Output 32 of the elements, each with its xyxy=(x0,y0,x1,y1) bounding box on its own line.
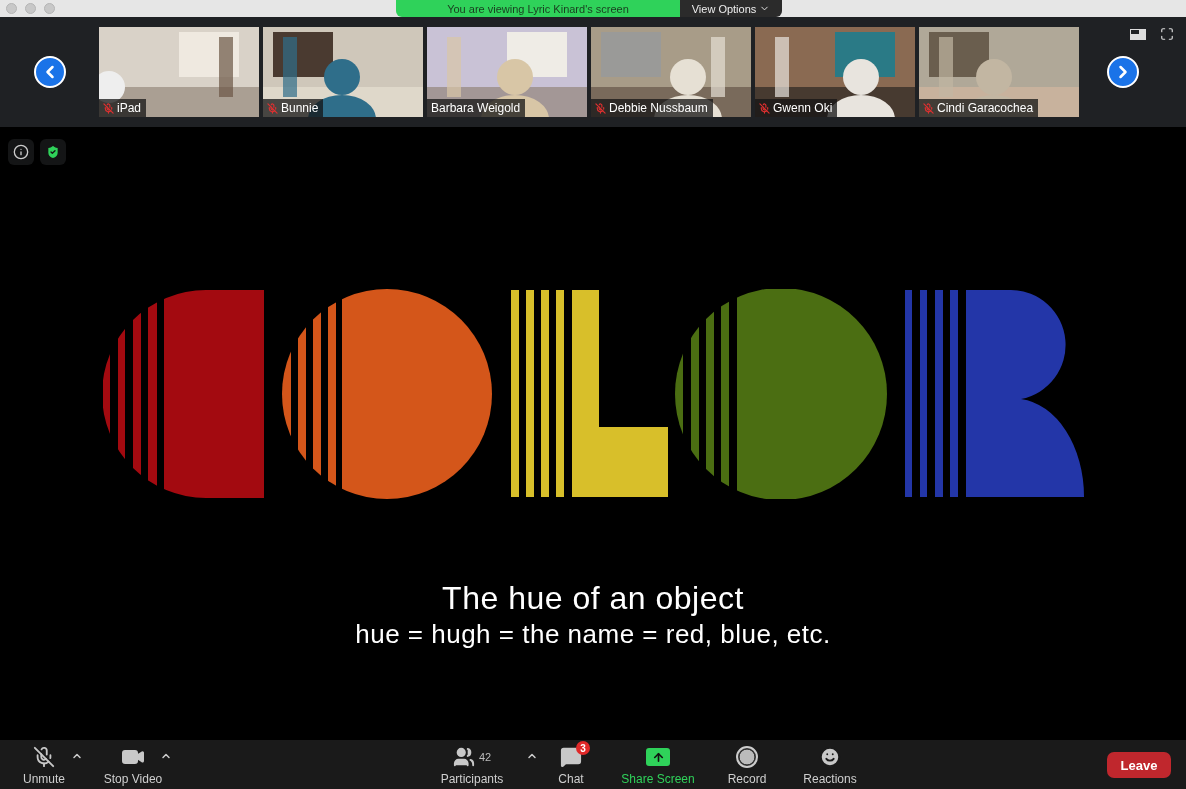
leave-button[interactable]: Leave xyxy=(1107,752,1171,778)
chat-bubble-icon xyxy=(560,746,582,768)
slide-text: hue = hugh = the name = red, blue, etc. xyxy=(355,618,831,651)
participant-name-label: iPad xyxy=(99,99,147,117)
fullscreen-icon[interactable] xyxy=(1160,27,1174,41)
info-icon xyxy=(13,144,29,160)
unread-badge: 3 xyxy=(576,741,590,755)
viewing-banner: You are viewing Lyric Kinard's screen xyxy=(396,0,680,17)
video-button[interactable]: Stop Video xyxy=(93,745,173,786)
arrow-up-icon xyxy=(651,750,665,764)
reactions-button[interactable]: Reactions xyxy=(790,745,870,786)
info-button[interactable] xyxy=(8,139,34,165)
mic-button[interactable]: Unmute xyxy=(4,745,84,786)
participant-name-label: Barbara Weigold xyxy=(427,99,526,117)
participant-name-label: Gwenn Oki xyxy=(755,99,838,117)
smiley-icon xyxy=(819,746,841,768)
record-icon xyxy=(736,746,758,768)
participant-count: 42 xyxy=(478,751,492,763)
next-page-button[interactable] xyxy=(1107,56,1139,88)
encryption-button[interactable] xyxy=(40,139,66,165)
view-options-button[interactable]: View Options xyxy=(680,0,782,17)
shield-check-icon xyxy=(45,144,61,160)
participant-name-label: Debbie Nussbaum xyxy=(591,99,713,117)
participant-name-label: Cindi Garacochea xyxy=(919,99,1039,117)
participants-icon xyxy=(452,746,475,768)
previous-page-button[interactable] xyxy=(33,56,66,88)
slide-text: The hue of an object xyxy=(442,579,744,617)
speaker-view-icon[interactable] xyxy=(1130,27,1146,41)
record-button[interactable]: Record xyxy=(707,745,787,786)
participant-name-label: Bunnie xyxy=(263,99,324,117)
participants-button[interactable]: 42 Participants xyxy=(432,745,512,786)
share-button[interactable]: Share Screen xyxy=(618,745,698,786)
